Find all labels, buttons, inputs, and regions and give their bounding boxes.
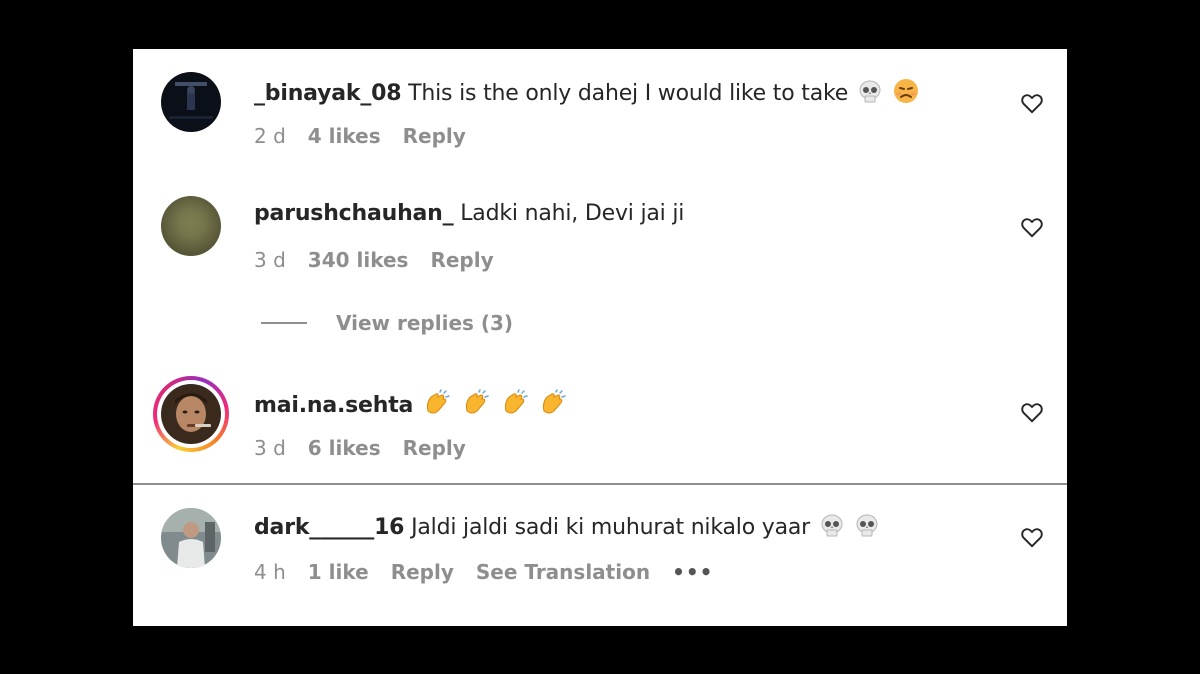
comment-text-line: _binayak_08 This is the only dahej I wou… xyxy=(254,77,920,111)
view-replies-label: View replies (3) xyxy=(336,311,514,335)
comment-meta: 3 d 6 likes Reply xyxy=(254,436,488,460)
avatar[interactable] xyxy=(161,196,221,256)
heart-outline-icon[interactable] xyxy=(1019,524,1045,550)
reply-button[interactable]: Reply xyxy=(391,560,454,584)
clapping-hands-emoji-icon xyxy=(538,389,568,423)
clapping-hands-emoji-icon xyxy=(422,389,452,423)
comment-likes[interactable]: 6 likes xyxy=(308,436,381,460)
avatar[interactable] xyxy=(161,384,221,444)
more-options-icon[interactable]: ••• xyxy=(672,560,713,584)
reply-button[interactable]: Reply xyxy=(403,124,466,148)
reply-button[interactable]: Reply xyxy=(430,248,493,272)
avatar[interactable] xyxy=(161,508,221,568)
comment-username[interactable]: _binayak_08 xyxy=(254,81,402,106)
skull-emoji-icon xyxy=(819,513,845,545)
clapping-hands-emoji-icon xyxy=(500,389,530,423)
comment-time[interactable]: 2 d xyxy=(254,124,286,148)
comment-body: Jaldi jaldi sadi ki muhurat nikalo yaar xyxy=(411,515,810,540)
reply-button[interactable]: Reply xyxy=(403,436,466,460)
comment-likes[interactable]: 1 like xyxy=(308,560,369,584)
comment-time[interactable]: 4 h xyxy=(254,560,286,584)
view-replies-line xyxy=(261,322,307,324)
comment-text-line: mai.na.sehta xyxy=(254,389,568,423)
clapping-hands-emoji-icon xyxy=(461,389,491,423)
comment-username[interactable]: mai.na.sehta xyxy=(254,393,413,418)
comment-text-line: parushchauhan_ Ladki nahi, Devi jai ji xyxy=(254,201,684,226)
comment-text-line: dark______16 Jaldi jaldi sadi ki muhurat… xyxy=(254,513,880,545)
view-replies-button[interactable]: View replies (3) xyxy=(261,311,513,335)
comment-username[interactable]: dark______16 xyxy=(254,515,404,540)
skull-emoji-icon xyxy=(854,513,880,545)
comment-meta: 3 d 340 likes Reply xyxy=(254,248,516,272)
comment-time[interactable]: 3 d xyxy=(254,248,286,272)
comment-username[interactable]: parushchauhan_ xyxy=(254,201,454,226)
skull-emoji-icon xyxy=(857,79,883,111)
comment-meta: 2 d 4 likes Reply xyxy=(254,124,488,148)
heart-outline-icon[interactable] xyxy=(1019,90,1045,116)
comments-panel: _binayak_08 This is the only dahej I wou… xyxy=(133,49,1067,626)
comment-body: This is the only dahej I would like to t… xyxy=(408,81,849,106)
comment-meta: 4 h 1 like Reply See Translation ••• xyxy=(254,560,735,584)
heart-outline-icon[interactable] xyxy=(1019,399,1045,425)
see-translation-button[interactable]: See Translation xyxy=(476,560,650,584)
avatar[interactable] xyxy=(161,72,221,132)
divider xyxy=(133,483,1067,485)
comment-body: Ladki nahi, Devi jai ji xyxy=(460,201,685,226)
pouting-face-emoji-icon xyxy=(892,77,920,111)
story-ring[interactable] xyxy=(153,376,229,452)
comment-likes[interactable]: 4 likes xyxy=(308,124,381,148)
comment-likes[interactable]: 340 likes xyxy=(308,248,409,272)
comment-time[interactable]: 3 d xyxy=(254,436,286,460)
heart-outline-icon[interactable] xyxy=(1019,214,1045,240)
